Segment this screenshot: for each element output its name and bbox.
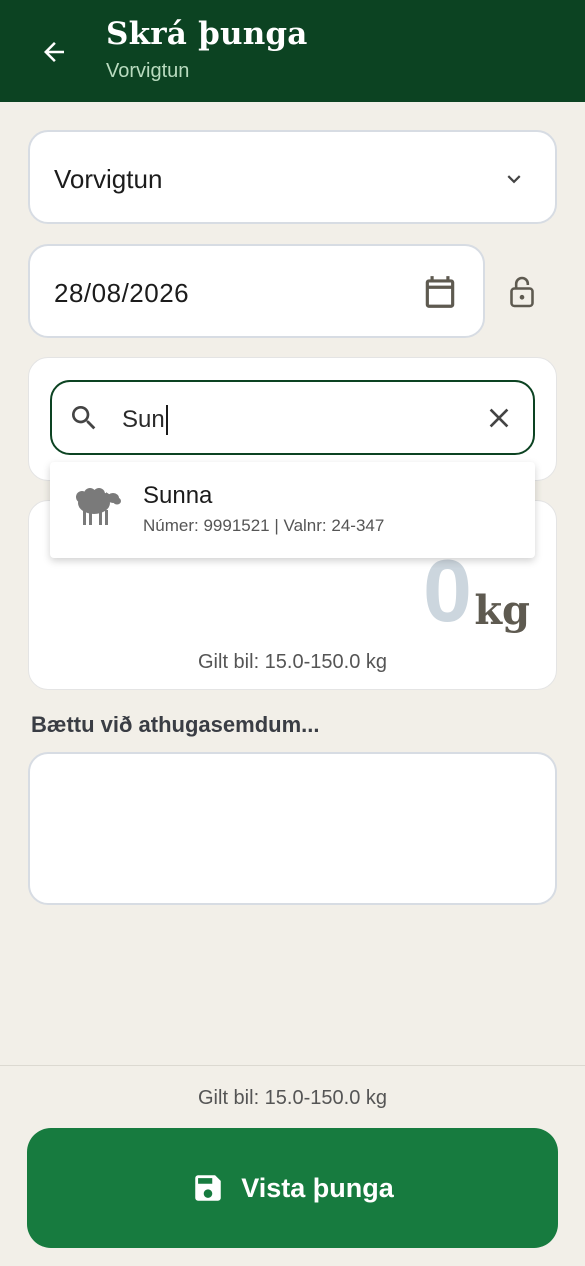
weight-range-text: Gilt bil: 15.0-150.0 kg (198, 651, 387, 673)
date-field[interactable]: 28/08/2026 (28, 244, 485, 338)
close-icon[interactable] (483, 402, 515, 434)
save-button-label: Vista þunga (241, 1172, 394, 1203)
arrow-left-icon (44, 42, 64, 62)
calendar-icon[interactable] (421, 272, 459, 312)
app-screen: Skrá þunga Vorvigtun Vorvigtun 28/08/202… (0, 0, 585, 1266)
date-value: 28/08/2026 (54, 278, 190, 308)
footer-divider (0, 1065, 585, 1066)
weight-value: 0 (423, 541, 472, 640)
text-caret (165, 405, 168, 435)
search-suggestion-item[interactable]: Sunna Númer: 9991521 | Valnr: 24-347 (50, 462, 535, 558)
notes-label: Bættu við athugasemdum... (31, 712, 320, 737)
lock-open-icon[interactable] (508, 274, 536, 310)
notes-textarea[interactable] (28, 752, 557, 905)
save-weight-button[interactable]: Vista þunga (27, 1128, 558, 1248)
footer-range-text: Gilt bil: 15.0-150.0 kg (198, 1087, 387, 1109)
page-title: Skrá þunga (106, 16, 308, 52)
weighing-type-select[interactable]: Vorvigtun (28, 130, 557, 224)
save-icon (195, 1175, 221, 1201)
suggestion-name: Sunna (143, 482, 213, 509)
app-header: Skrá þunga Vorvigtun (0, 0, 585, 102)
sheep-icon (76, 488, 121, 525)
weighing-type-value: Vorvigtun (54, 164, 163, 194)
chevron-down-icon (507, 175, 521, 184)
search-text: Sun (122, 405, 168, 435)
search-value: Sun (122, 406, 165, 433)
weight-unit: kg (474, 587, 530, 634)
animal-search-input[interactable]: Sun (50, 380, 535, 455)
search-icon (72, 406, 96, 430)
suggestion-meta: Númer: 9991521 | Valnr: 24-347 (143, 516, 385, 535)
page-subtitle: Vorvigtun (106, 60, 190, 82)
back-button[interactable] (36, 34, 72, 70)
